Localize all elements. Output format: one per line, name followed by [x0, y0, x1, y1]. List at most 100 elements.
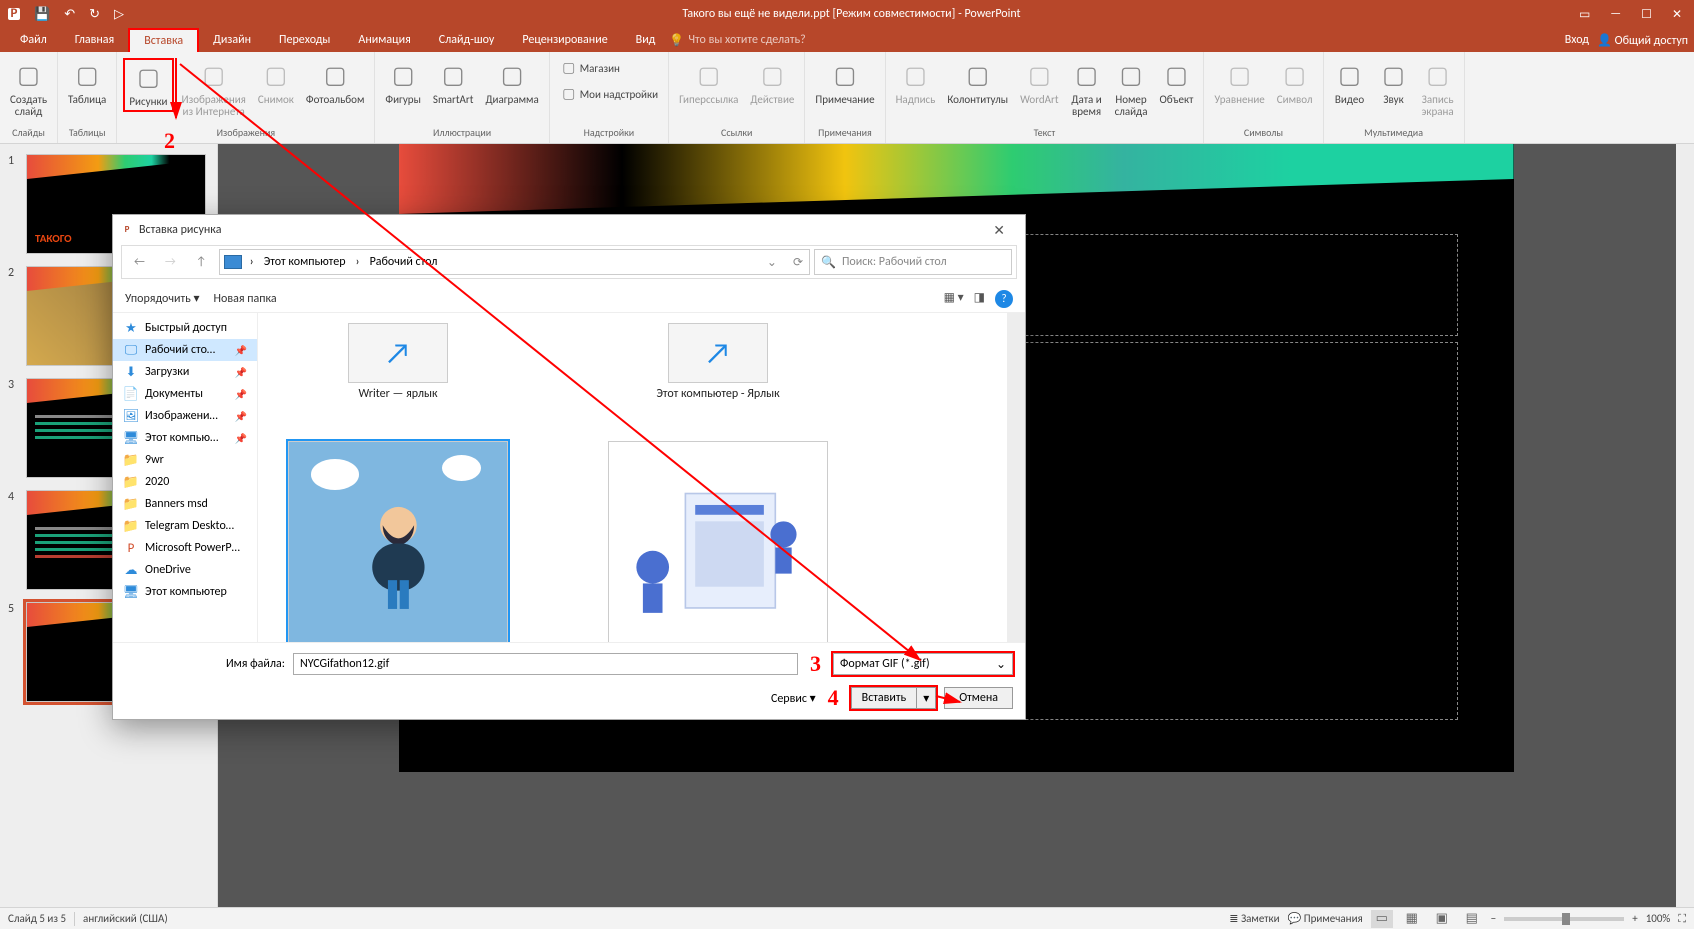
- tab-animations[interactable]: Анимация: [344, 29, 424, 51]
- ribbon-table[interactable]: ▢Таблица: [64, 58, 110, 108]
- ribbon-slide-number[interactable]: ▢Номерслайда: [1111, 58, 1152, 120]
- sidebar-folder-2020[interactable]: 📁2020: [113, 471, 257, 493]
- vertical-scrollbar[interactable]: [1676, 144, 1694, 907]
- view-reading-icon[interactable]: ▣: [1431, 910, 1453, 928]
- ribbon-hyperlink[interactable]: ▢Гиперссылка: [675, 58, 742, 108]
- dialog-file-area[interactable]: ↗Writer — ярлык ↗Этот компьютер - Ярлык NY…: [258, 313, 1025, 642]
- comments-toggle[interactable]: 💬 Примечания: [1288, 912, 1363, 925]
- ribbon-symbol[interactable]: ▢Символ: [1273, 58, 1317, 108]
- ribbon-smartart[interactable]: ▢SmartArt: [429, 58, 478, 108]
- maximize-icon[interactable]: ☐: [1641, 7, 1652, 22]
- ribbon-screenshot[interactable]: ▢Снимок: [254, 58, 298, 108]
- sidebar-desktop[interactable]: 🖵Рабочий сто…📌: [113, 339, 257, 361]
- sidebar-folder-banners[interactable]: 📁Banners msd: [113, 493, 257, 515]
- tab-design[interactable]: Дизайн: [199, 29, 265, 51]
- ribbon-online-pictures[interactable]: ▢Изображенияиз Интернета: [178, 58, 250, 120]
- path-dropdown-icon[interactable]: ⌄: [761, 255, 783, 270]
- ribbon-chart[interactable]: ▢Диаграмма: [481, 58, 542, 108]
- ribbon-photo-album[interactable]: ▢Фотоальбом: [302, 58, 368, 108]
- help-icon[interactable]: ?: [995, 290, 1013, 308]
- insert-button[interactable]: Вставить ▾: [851, 687, 937, 709]
- ribbon-myaddins[interactable]: ▢Мои надстройки: [556, 84, 662, 106]
- nav-back-icon[interactable]: ←: [126, 251, 153, 273]
- dialog-titlebar[interactable]: P Вставка рисунка ✕: [113, 215, 1025, 245]
- ribbon-comment[interactable]: ▢Примечание: [811, 58, 878, 108]
- ribbon-shapes[interactable]: ▢Фигуры: [381, 58, 425, 108]
- slide-indicator[interactable]: Слайд 5 из 5: [8, 912, 66, 925]
- new-folder-button[interactable]: Новая папка: [214, 292, 277, 306]
- qat-redo-icon[interactable]: ↻: [89, 7, 100, 22]
- chevron-right-icon[interactable]: ›: [356, 255, 360, 269]
- language-indicator[interactable]: английский (США): [83, 912, 168, 925]
- fit-to-window-icon[interactable]: ⛶: [1678, 912, 1686, 926]
- dialog-sidebar[interactable]: ★Быстрый доступ🖵Рабочий сто…📌⬇Загрузки📌📄…: [113, 313, 258, 642]
- nav-forward-icon[interactable]: →: [157, 251, 184, 273]
- tab-view[interactable]: Вид: [622, 29, 670, 51]
- zoom-slider[interactable]: [1504, 917, 1624, 921]
- ribbon-action[interactable]: ▢Действие: [746, 58, 798, 108]
- filename-input[interactable]: [293, 653, 798, 675]
- sidebar-documents[interactable]: 📄Документы📌: [113, 383, 257, 405]
- sidebar-downloads[interactable]: ⬇Загрузки📌: [113, 361, 257, 383]
- breadcrumb[interactable]: › Этот компьютер › Рабочий стол ⌄ ⟳: [219, 249, 810, 275]
- dialog-search[interactable]: 🔍 Поиск: Рабочий стол: [814, 249, 1012, 275]
- file-this-pc-shortcut[interactable]: ↗Этот компьютер - Ярлык: [588, 323, 848, 401]
- organize-menu[interactable]: Упорядочить ▾: [125, 291, 200, 306]
- file-type-filter[interactable]: Формат GIF (*.gif) ⌄: [833, 653, 1013, 675]
- ribbon-new-slide[interactable]: ▢Создатьслайд: [6, 58, 51, 120]
- ribbon-screen-recording[interactable]: ▢Записьэкрана: [1418, 58, 1458, 120]
- sidebar-folder-telegram[interactable]: 📁Telegram Deskto…: [113, 515, 257, 537]
- qat-save-icon[interactable]: 💾: [34, 7, 50, 22]
- file-nycgif[interactable]: NYCGifathon12.gif: [268, 441, 528, 642]
- sidebar-quick-access[interactable]: ★Быстрый доступ: [113, 317, 257, 339]
- tab-home[interactable]: Главная: [61, 29, 128, 51]
- ribbon-equation[interactable]: ▢Уравнение: [1210, 58, 1268, 108]
- tab-transitions[interactable]: Переходы: [265, 29, 344, 51]
- ribbon-audio[interactable]: ▢Звук: [1374, 58, 1414, 108]
- file-writer-shortcut[interactable]: ↗Writer — ярлык: [268, 323, 528, 401]
- notes-toggle[interactable]: ≣ Заметки: [1229, 912, 1279, 925]
- ribbon-store[interactable]: ▢Магазин: [556, 58, 624, 80]
- refresh-icon[interactable]: ⟳: [787, 255, 809, 270]
- chevron-right-icon[interactable]: ›: [250, 255, 254, 269]
- sidebar-ms-powerpoint[interactable]: PMicrosoft PowerP…: [113, 537, 257, 559]
- tab-review[interactable]: Рецензирование: [508, 29, 621, 51]
- minimize-icon[interactable]: —: [1610, 7, 1621, 22]
- tab-insert[interactable]: Вставка: [128, 28, 199, 52]
- dialog-close-icon[interactable]: ✕: [981, 222, 1017, 239]
- zoom-value[interactable]: 100%: [1646, 912, 1671, 925]
- view-slideshow-icon[interactable]: ▤: [1461, 910, 1483, 928]
- file-analysis[interactable]: анализ.gif: [588, 441, 848, 642]
- insert-dropdown-icon[interactable]: ▾: [917, 691, 935, 706]
- nav-up-icon[interactable]: ↑: [188, 251, 215, 273]
- ribbon-header-footer[interactable]: ▢Колонтитулы: [943, 58, 1012, 108]
- cancel-button[interactable]: Отмена: [944, 687, 1013, 709]
- ribbon-date-time[interactable]: ▢Дата ивремя: [1067, 58, 1107, 120]
- sidebar-onedrive[interactable]: ☁OneDrive: [113, 559, 257, 581]
- login-link[interactable]: Вход: [1565, 33, 1589, 47]
- tab-file[interactable]: Файл: [6, 29, 61, 51]
- crumb-this-pc[interactable]: Этот компьютер: [258, 253, 352, 271]
- ribbon-object[interactable]: ▢Объект: [1155, 58, 1197, 108]
- ribbon-display-icon[interactable]: ▭: [1579, 7, 1590, 22]
- ribbon-textbox[interactable]: ▢Надпись: [892, 58, 940, 108]
- sidebar-this-pc[interactable]: 🖥Этот компьютер: [113, 581, 257, 603]
- sidebar-folder-9wr[interactable]: 📁9wr: [113, 449, 257, 471]
- view-mode-icon[interactable]: ▦ ▾: [944, 290, 964, 308]
- zoom-in-icon[interactable]: +: [1632, 912, 1637, 925]
- qat-start-slideshow-icon[interactable]: ▷: [114, 7, 124, 22]
- crumb-desktop[interactable]: Рабочий стол: [364, 253, 444, 271]
- close-icon[interactable]: ✕: [1672, 7, 1682, 22]
- preview-pane-icon[interactable]: ◨: [974, 290, 985, 308]
- view-normal-icon[interactable]: ▭: [1371, 910, 1393, 928]
- ribbon-pictures[interactable]: ▢Рисунки: [123, 58, 173, 112]
- ribbon-video[interactable]: ▢Видео: [1330, 58, 1370, 108]
- tools-menu[interactable]: Сервис ▾: [771, 691, 816, 706]
- zoom-out-icon[interactable]: −: [1491, 912, 1496, 925]
- ribbon-wordart[interactable]: ▢WordArt: [1016, 58, 1062, 108]
- share-button[interactable]: 👤 Общий доступ: [1597, 33, 1688, 48]
- tell-me-search[interactable]: 💡 Что вы хотите сделать?: [669, 33, 805, 48]
- view-sorter-icon[interactable]: ▦: [1401, 910, 1423, 928]
- tab-slideshow[interactable]: Слайд-шоу: [425, 29, 509, 51]
- sidebar-pictures[interactable]: 🖼Изображени…📌: [113, 405, 257, 427]
